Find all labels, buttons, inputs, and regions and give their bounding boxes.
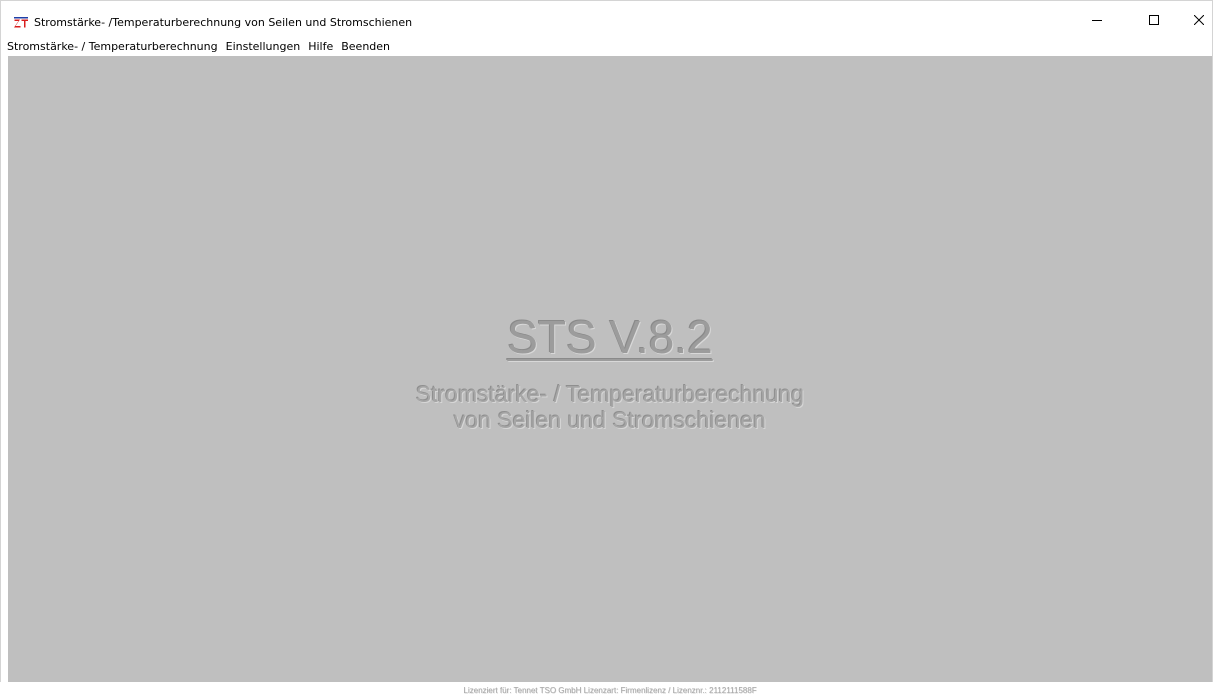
subtitle-line-1: Stromstärke- / Temperaturberechnung xyxy=(415,381,805,407)
title-bar[interactable]: Stromstärke- /Temperaturberechnung von S… xyxy=(1,1,1212,38)
menu-hilfe[interactable]: Hilfe xyxy=(304,40,337,54)
menu-berechnung[interactable]: Stromstärke- / Temperaturberechnung xyxy=(1,40,222,54)
zt-app-icon xyxy=(14,17,28,28)
product-version-title: STS V.8.2 xyxy=(507,311,713,363)
close-button[interactable] xyxy=(1176,1,1213,38)
application-window: Stromstärke- /Temperaturberechnung von S… xyxy=(0,0,1213,695)
close-icon xyxy=(1194,14,1204,25)
subtitle-line-2: von Seilen und Stromschienen xyxy=(454,407,766,433)
splash-area: STS V.8.2 Stromstärke- / Temperaturberec… xyxy=(8,56,1212,695)
product-subtitle: Stromstärke- / Temperaturberechnung von … xyxy=(8,381,1212,433)
window-title: Stromstärke- /Temperaturberechnung von S… xyxy=(34,16,413,29)
menu-beenden[interactable]: Beenden xyxy=(337,40,394,54)
minimize-button[interactable] xyxy=(1074,1,1120,38)
maximize-button[interactable] xyxy=(1131,1,1177,38)
menu-bar: Stromstärke- / Temperaturberechnung Eins… xyxy=(1,38,1212,56)
left-frame-edge xyxy=(1,56,8,682)
menu-einstellungen[interactable]: Einstellungen xyxy=(222,40,305,54)
maximize-icon xyxy=(1149,14,1159,25)
minimize-icon xyxy=(1092,19,1102,21)
license-info: Lizenziert für: Tennet TSO GmbH Lizenzar… xyxy=(463,686,757,695)
